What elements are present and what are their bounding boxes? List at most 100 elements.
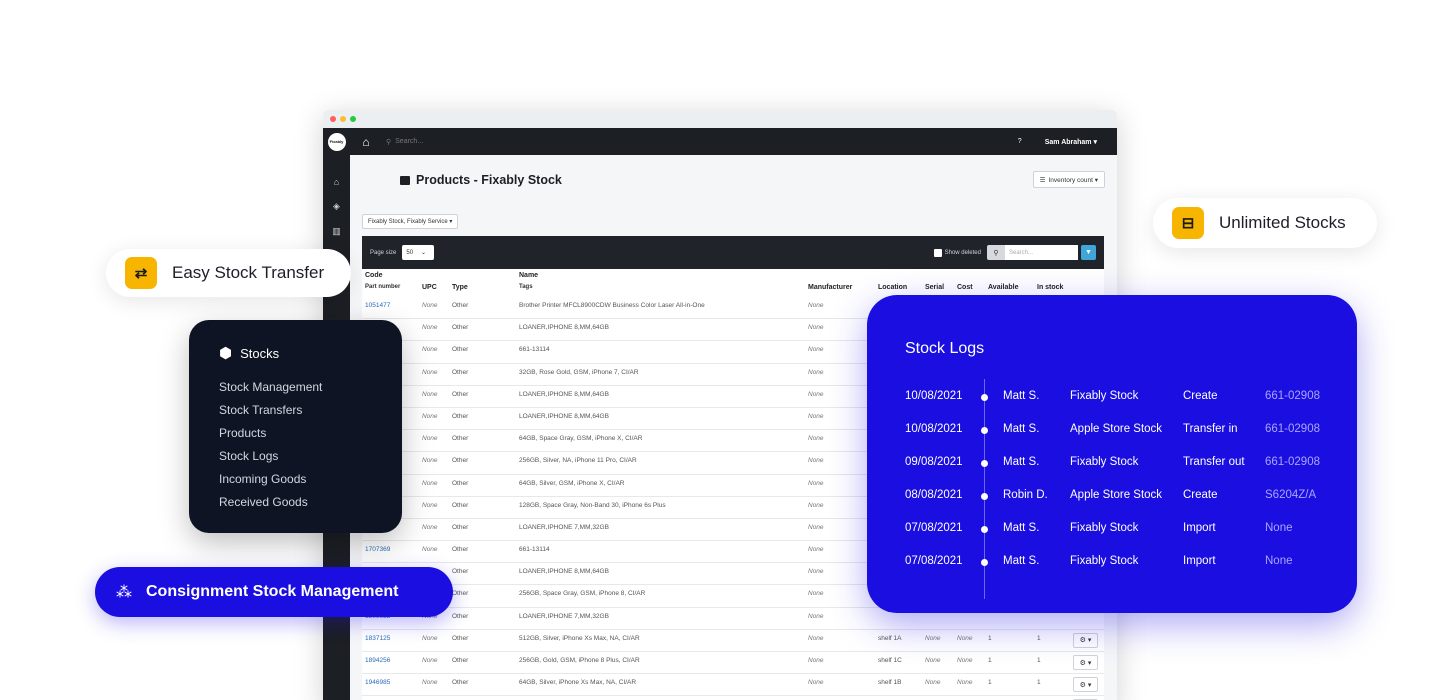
app-logo[interactable]: Fixably <box>323 128 350 155</box>
stocks-menu-title: Stocks <box>240 345 280 361</box>
stock-logs-title: Stock Logs <box>905 340 985 357</box>
chart-icon[interactable]: ▥ <box>332 226 341 237</box>
product-code-link[interactable]: 1894256 <box>365 657 390 664</box>
close-dot-icon[interactable] <box>330 116 336 122</box>
home-icon[interactable]: ⌂ <box>334 177 339 187</box>
stocks-menu-item[interactable]: Stock Transfers <box>219 399 402 422</box>
log-entry: 09/08/2021 Matt S. Fixably Stock Transfer o… <box>867 453 1357 473</box>
log-action: Create <box>1183 489 1218 501</box>
maximize-dot-icon[interactable] <box>350 116 356 122</box>
cube-icon[interactable]: ◈ <box>333 201 340 212</box>
type-cell: Other <box>452 390 469 398</box>
name-cell: 256GB, Space Gray, GSM, iPhone 8, CI/AR <box>519 590 646 598</box>
timeline-dot-icon <box>981 427 988 434</box>
log-reference: 661-02908 <box>1265 423 1320 435</box>
col-part-number[interactable]: Part number <box>365 284 400 290</box>
name-cell: 64GB, Silver, iPhone Xs Max, NA, CI/AR <box>519 679 637 687</box>
page-title-text: Products - Fixably Stock <box>416 173 562 187</box>
timeline-dot-icon <box>981 526 988 533</box>
page-size-label: Page size <box>370 249 397 256</box>
manufacturer-cell: None <box>808 324 824 332</box>
page-size-select[interactable]: 50 ⌄ <box>402 245 435 260</box>
log-store: Apple Store Stock <box>1070 423 1163 435</box>
upc-cell: None <box>422 479 438 487</box>
show-deleted-checkbox[interactable] <box>933 248 942 257</box>
upc-cell: None <box>422 368 438 376</box>
product-code-link[interactable]: 1707369 <box>365 546 390 553</box>
type-cell: Other <box>452 634 469 642</box>
gear-icon[interactable]: ⚙ ▾ <box>1073 677 1098 693</box>
consignment-label: Consignment Stock Management <box>146 583 399 600</box>
upc-cell: None <box>422 546 438 554</box>
table-row[interactable]: 1894256 None Other 256GB, Gold, GSM, iPhone… <box>362 652 1104 675</box>
type-cell: Other <box>452 501 469 509</box>
name-cell: LOANER,IPHONE 8,MM,64GB <box>519 390 609 398</box>
log-store: Apple Store Stock <box>1070 489 1163 501</box>
table-search-input[interactable]: Search... <box>1005 245 1078 260</box>
name-cell: 64GB, Silver, GSM, iPhone X, CI/AR <box>519 479 625 487</box>
name-cell: LOANER,IPHONE 8,MM,64GB <box>519 324 609 332</box>
product-code-link[interactable]: 1946985 <box>365 679 390 686</box>
table-search: ⚲ Search... ▼ <box>987 245 1096 260</box>
upc-cell: None <box>422 457 438 465</box>
search-icon: ⚲ <box>386 138 392 146</box>
search-input[interactable]: Search... <box>395 138 423 145</box>
col-type[interactable]: Type <box>452 284 468 291</box>
stocks-menu-item[interactable]: Products <box>219 422 402 445</box>
chevron-down-icon: ⌄ <box>421 250 427 256</box>
table-row[interactable]: 1837125 None Other 512GB, Silver, iPhone Xs… <box>362 629 1104 652</box>
log-entry: 10/08/2021 Matt S. Fixably Stock Create 661-… <box>867 387 1357 407</box>
user-menu[interactable]: Sam Abraham ▾ <box>1045 138 1097 146</box>
stocks-menu-item[interactable]: Stock Logs <box>219 445 402 468</box>
gear-icon[interactable]: ⚙ ▾ <box>1073 655 1098 670</box>
col-cost[interactable]: Cost <box>957 284 973 291</box>
minimize-dot-icon[interactable] <box>340 116 346 122</box>
show-deleted-label: Show deleted <box>944 249 981 256</box>
manufacturer-cell: None <box>808 479 824 487</box>
location-cell: shelf 1A <box>878 634 902 642</box>
serial-cell: None <box>925 679 941 687</box>
help-icon[interactable]: ? <box>1013 135 1027 149</box>
timeline-dot-icon <box>981 559 988 566</box>
in-stock-cell: 1 <box>1037 634 1041 642</box>
manufacturer-cell: None <box>808 302 824 309</box>
product-code-link[interactable]: 1051477 <box>365 302 390 309</box>
stocks-menu-item[interactable]: Received Goods <box>219 491 402 514</box>
type-cell: Other <box>452 523 469 531</box>
manufacturer-cell: None <box>808 679 824 687</box>
log-user: Matt S. <box>1003 522 1040 534</box>
filter-icon[interactable]: ▼ <box>1081 245 1096 260</box>
col-location[interactable]: Location <box>878 284 907 291</box>
serial-cell: None <box>925 657 941 664</box>
col-name[interactable]: Name <box>519 272 538 279</box>
list-icon: ☰ <box>1039 176 1046 184</box>
inventory-count-button[interactable]: ☰ Inventory count ▾ <box>1032 171 1105 188</box>
col-available[interactable]: Available <box>988 284 1018 291</box>
col-code[interactable]: Code <box>365 272 383 279</box>
name-cell: 256GB, Silver, NA, iPhone 11 Pro, CI/AR <box>519 457 637 465</box>
stocks-menu-item[interactable]: Incoming Goods <box>219 468 402 491</box>
gear-icon[interactable]: ⚙ ▾ <box>1073 632 1098 648</box>
log-date: 10/08/2021 <box>905 390 963 402</box>
col-in-stock[interactable]: In stock <box>1037 284 1063 291</box>
home-icon[interactable]: ⌂ <box>350 135 382 149</box>
product-code-link[interactable]: 1837125 <box>365 635 390 642</box>
stock-filter-dropdown[interactable]: Fixably Stock, Fixably Service ▾ <box>362 214 459 229</box>
table-row[interactable]: 2025359NoneOtherSpace Gray, 128GB, iPad … <box>362 696 1104 700</box>
global-search[interactable]: ⚲ Search... <box>386 138 1013 146</box>
table-row[interactable]: 1946985 None Other 64GB, Silver, iPhone Xs … <box>362 674 1104 697</box>
log-user: Matt S. <box>1003 390 1040 402</box>
upc-cell: None <box>422 435 438 443</box>
upc-cell: None <box>422 346 438 354</box>
type-cell: Other <box>452 612 469 620</box>
cost-cell: None <box>957 679 973 687</box>
col-manufacturer[interactable]: Manufacturer <box>808 284 852 291</box>
col-tags[interactable]: Tags <box>519 284 533 290</box>
log-reference: None <box>1265 522 1293 534</box>
col-serial[interactable]: Serial <box>925 284 944 291</box>
col-upc[interactable]: UPC <box>422 284 437 291</box>
stocks-menu-item[interactable]: Stock Management <box>219 376 402 399</box>
type-cell: Other <box>452 412 469 420</box>
show-deleted-toggle[interactable]: Show deleted <box>933 248 981 257</box>
name-cell: 128GB, Space Gray, Non-Band 30, iPhone 6… <box>519 501 666 509</box>
